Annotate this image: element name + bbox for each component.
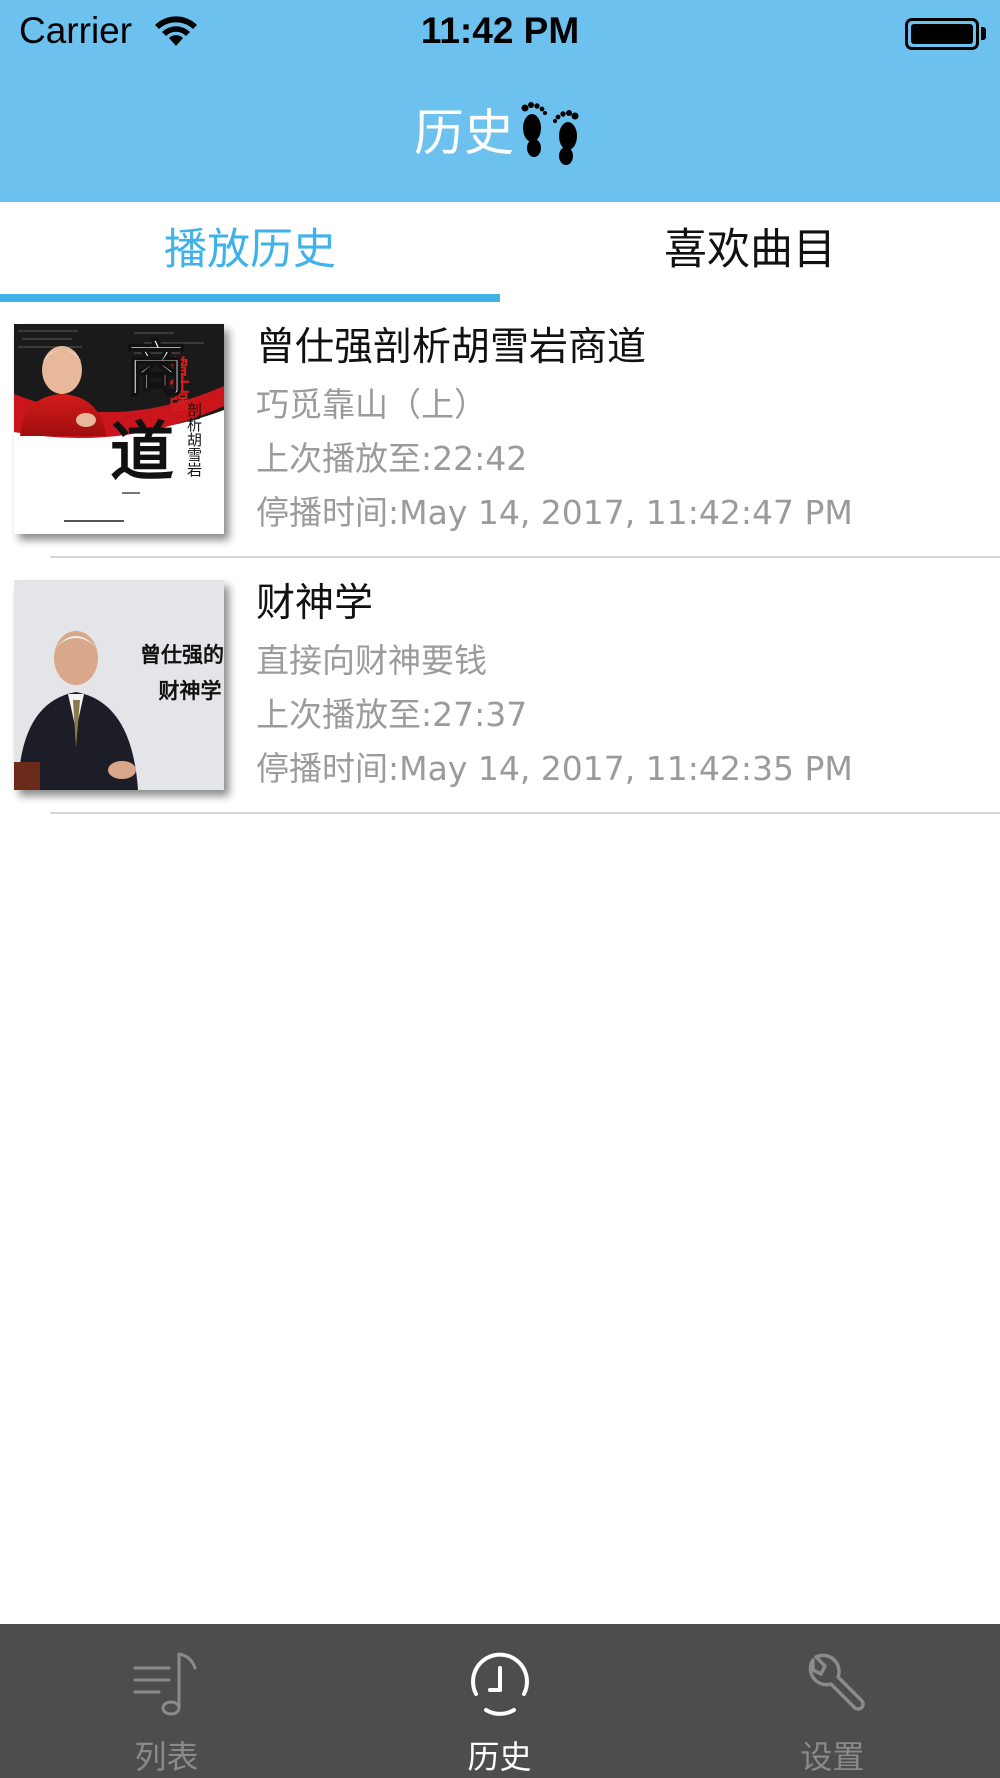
tabbar-label-list: 列表 (134, 1738, 199, 1776)
battery-icon (905, 18, 979, 50)
cover-text-line2: 财神学 (159, 679, 222, 703)
album-cover: 曾仕强的 财神学 (14, 580, 224, 790)
album-cover: 曾仕强 商 道 剖析胡雪岩 (14, 324, 224, 534)
status-bar: Carrier 11:42 PM (0, 0, 1000, 68)
battery-tip (981, 27, 986, 40)
album-title: 曾仕强剖析胡雪岩商道 (256, 325, 647, 370)
stopped-time: 停播时间:May 14, 2017, 11:42:47 PM (256, 493, 853, 532)
cover-main-char-2: 道 (110, 415, 174, 490)
music-list-icon (133, 1652, 196, 1716)
cover-main-char-1: 商 (126, 335, 186, 405)
page-title: 历史 (414, 104, 514, 162)
clock-icon (470, 1652, 529, 1716)
stopped-time: 停播时间:May 14, 2017, 11:42:35 PM (256, 749, 853, 788)
history-list: 曾仕强 商 道 剖析胡雪岩 曾仕强剖析胡雪岩商道 巧觅靠山（上） 上次播放至:2… (0, 302, 1000, 814)
status-time: 11:42 PM (420, 10, 580, 51)
tabbar-item-history[interactable]: 历史 (333, 1624, 666, 1778)
episode-title: 巧觅靠山（上） (256, 385, 487, 424)
bottom-tab-bar: 列表 历史 设置 (0, 1624, 1000, 1778)
tabbar-label-settings: 设置 (800, 1738, 865, 1776)
last-position: 上次播放至:27:37 (256, 695, 528, 734)
row-divider (50, 812, 1000, 814)
active-tab-indicator (0, 294, 500, 302)
last-position: 上次播放至:22:42 (256, 439, 528, 478)
list-item[interactable]: 曾仕强 商 道 剖析胡雪岩 曾仕强剖析胡雪岩商道 巧觅靠山（上） 上次播放至:2… (0, 302, 1000, 558)
wrench-icon (808, 1653, 865, 1711)
tabbar-item-settings[interactable]: 设置 (666, 1624, 999, 1778)
episode-title: 直接向财神要钱 (256, 641, 487, 680)
tab-play-history[interactable]: 播放历史 (0, 202, 500, 298)
cover-image-caishenxue: 曾仕强的 财神学 (14, 580, 224, 790)
nav-title-bar: 历史 (0, 96, 1000, 170)
album-title: 财神学 (256, 581, 374, 626)
tabbar-label-history: 历史 (467, 1738, 532, 1776)
cover-subtitle-text: 剖析胡雪岩 (185, 402, 203, 477)
footprints-icon (521, 102, 579, 165)
cover-image-shangdao: 曾仕强 商 道 剖析胡雪岩 (14, 324, 224, 534)
tab-favorite-tracks[interactable]: 喜欢曲目 (500, 202, 1000, 298)
segment-tabs: 播放历史 喜欢曲目 (0, 202, 1000, 302)
list-item[interactable]: 曾仕强的 财神学 财神学 直接向财神要钱 上次播放至:27:37 停播时间:Ma… (0, 558, 1000, 814)
cover-text-line1: 曾仕强的 (140, 643, 224, 667)
tabbar-item-list[interactable]: 列表 (0, 1624, 333, 1778)
navigation-header: Carrier 11:42 PM 历史 (0, 0, 1000, 202)
